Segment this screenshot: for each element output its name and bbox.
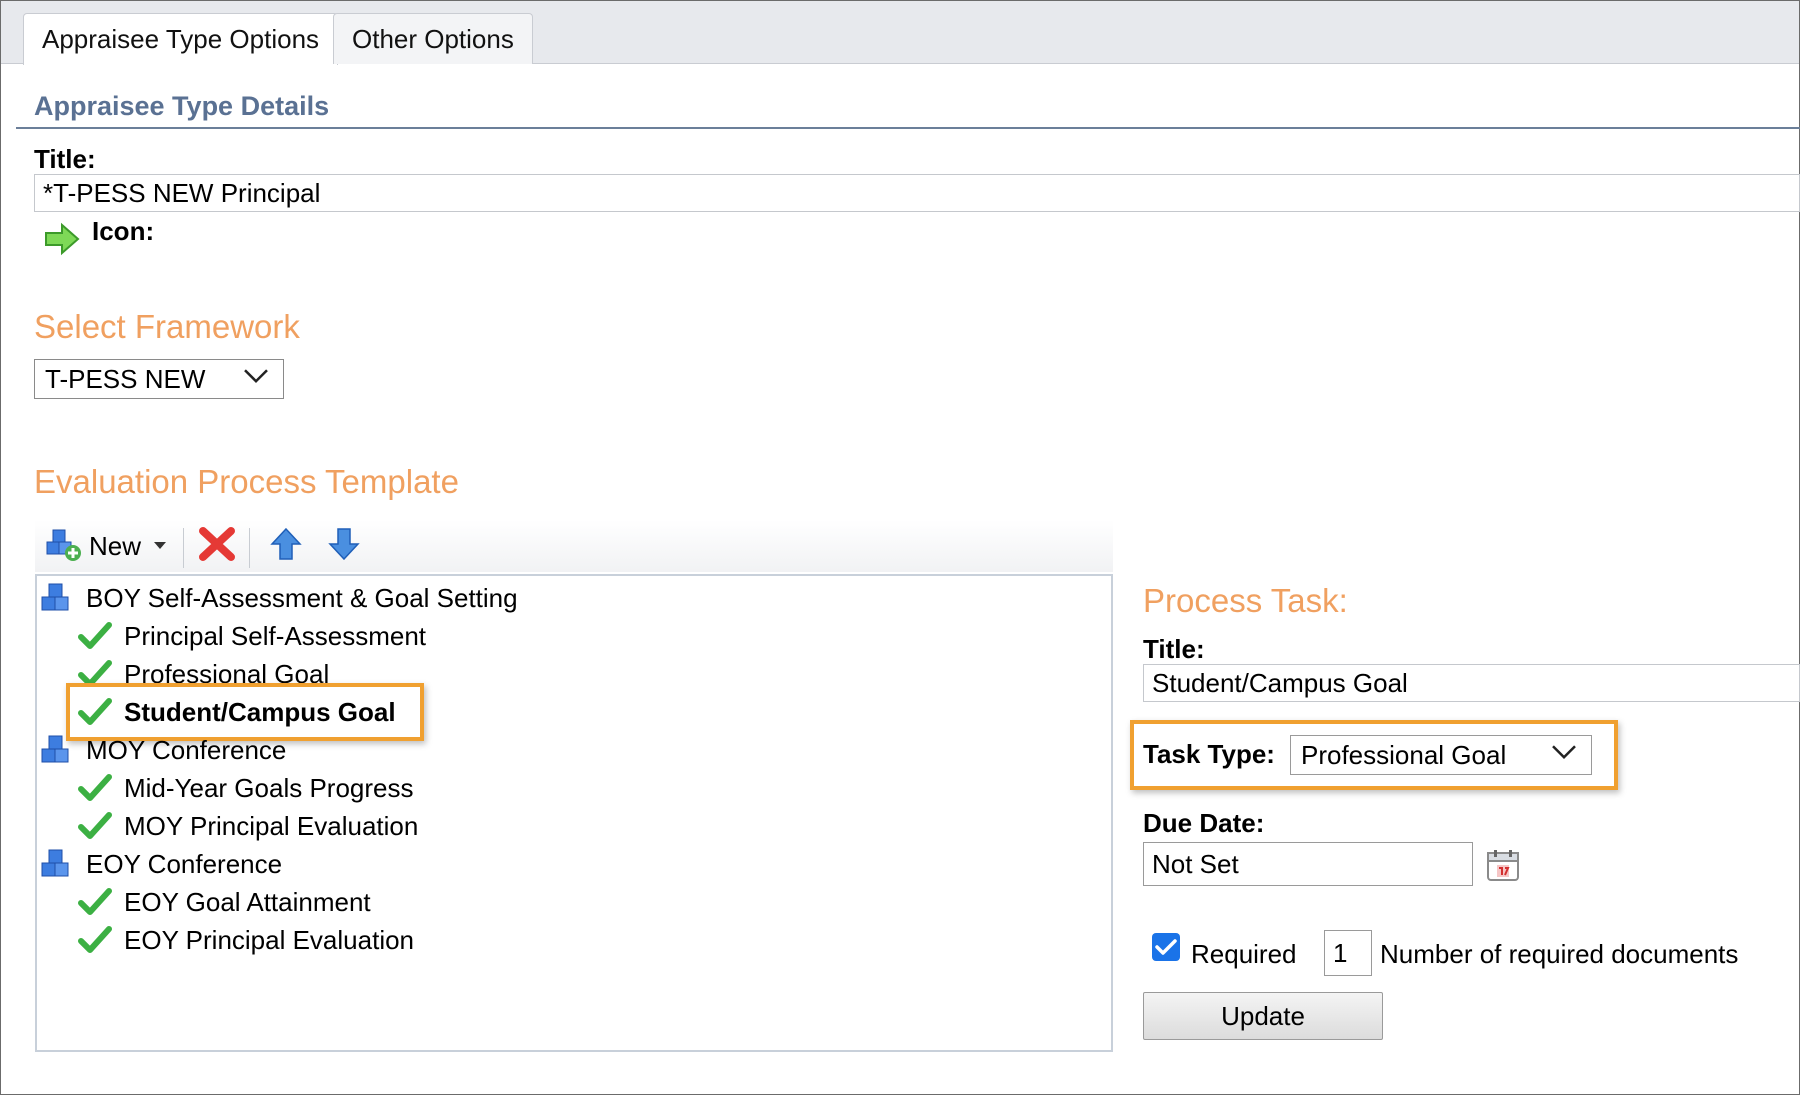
tree-task[interactable]: Mid-Year Goals Progress	[78, 770, 414, 806]
tree-stage[interactable]: BOY Self-Assessment & Goal Setting	[40, 580, 518, 616]
chevron-down-icon	[243, 356, 269, 394]
tree-stage[interactable]: EOY Conference	[40, 846, 282, 882]
tree-task-label: Principal Self-Assessment	[124, 620, 426, 651]
template-toolbar: New	[35, 520, 1113, 572]
move-down-icon	[327, 526, 361, 567]
delete-button[interactable]	[197, 520, 237, 572]
section-divider	[16, 127, 1800, 129]
checkmark-icon	[78, 884, 116, 920]
section-title: Appraisee Type Details	[34, 91, 330, 121]
task-title-field[interactable]: Student/Campus Goal	[1143, 664, 1800, 702]
tree-task-label: Mid-Year Goals Progress	[124, 772, 414, 803]
move-up-button[interactable]	[269, 520, 303, 572]
process-task-heading: Process Task:	[1143, 582, 1348, 619]
tree-task[interactable]: EOY Principal Evaluation	[78, 922, 414, 958]
framework-heading: Select Framework	[34, 308, 300, 345]
tree-task-label: MOY Principal Evaluation	[124, 810, 419, 841]
framework-select-value: T-PESS NEW	[45, 364, 206, 394]
num-docs-label: Number of required documents	[1380, 939, 1739, 969]
update-button[interactable]: Update	[1143, 992, 1383, 1040]
task-title-label: Title:	[1143, 634, 1205, 664]
framework-select[interactable]: T-PESS NEW	[34, 359, 284, 399]
task-type-highlight	[1130, 720, 1618, 790]
tree-task[interactable]: MOY Principal Evaluation	[78, 808, 418, 844]
num-docs-field[interactable]: 1	[1324, 930, 1372, 976]
move-up-icon	[269, 526, 303, 567]
tree-stage-label: BOY Self-Assessment & Goal Setting	[86, 582, 518, 613]
tab-appraisee-type-options[interactable]: Appraisee Type Options	[23, 13, 339, 65]
checkmark-icon	[78, 770, 116, 806]
tree-stage[interactable]: MOY Conference	[40, 732, 286, 768]
calendar-icon[interactable]	[1486, 848, 1520, 887]
toolbar-separator	[249, 528, 250, 568]
tree-task[interactable]: EOY Goal Attainment	[78, 884, 371, 920]
due-date-field[interactable]: Not Set	[1143, 842, 1473, 886]
tree-task-label: EOY Goal Attainment	[124, 886, 371, 917]
title-field[interactable]: *T-PESS NEW Principal	[34, 174, 1800, 212]
due-date-label: Due Date:	[1143, 808, 1265, 838]
tree-task-label: EOY Principal Evaluation	[124, 924, 415, 955]
checkmark-icon	[78, 808, 116, 844]
tree-stage-label: MOY Conference	[86, 734, 287, 765]
checkmark-icon	[78, 922, 116, 958]
stage-blocks-icon	[40, 846, 78, 882]
stage-blocks-icon	[40, 580, 78, 616]
tab-bar: Appraisee Type Options Other Options	[1, 1, 1799, 65]
new-button[interactable]: New	[45, 520, 167, 572]
green-arrow-right-icon[interactable]	[44, 222, 80, 261]
dropdown-caret-icon[interactable]	[153, 537, 167, 555]
required-checkbox[interactable]	[1152, 933, 1180, 961]
tree-task[interactable]: Principal Self-Assessment	[78, 618, 426, 654]
title-label: Title:	[34, 144, 96, 174]
new-button-label: New	[89, 530, 142, 561]
move-down-button[interactable]	[327, 520, 361, 572]
new-blocks-icon	[45, 526, 83, 567]
tab-other-options[interactable]: Other Options	[333, 13, 533, 64]
delete-icon	[197, 525, 237, 568]
checkmark-icon	[78, 618, 116, 654]
required-label: Required	[1191, 939, 1297, 969]
toolbar-separator	[183, 528, 184, 568]
tree-stage-label: EOY Conference	[86, 848, 283, 879]
template-heading: Evaluation Process Template	[34, 463, 459, 500]
icon-label: Icon:	[92, 216, 155, 246]
stage-blocks-icon	[40, 732, 78, 768]
